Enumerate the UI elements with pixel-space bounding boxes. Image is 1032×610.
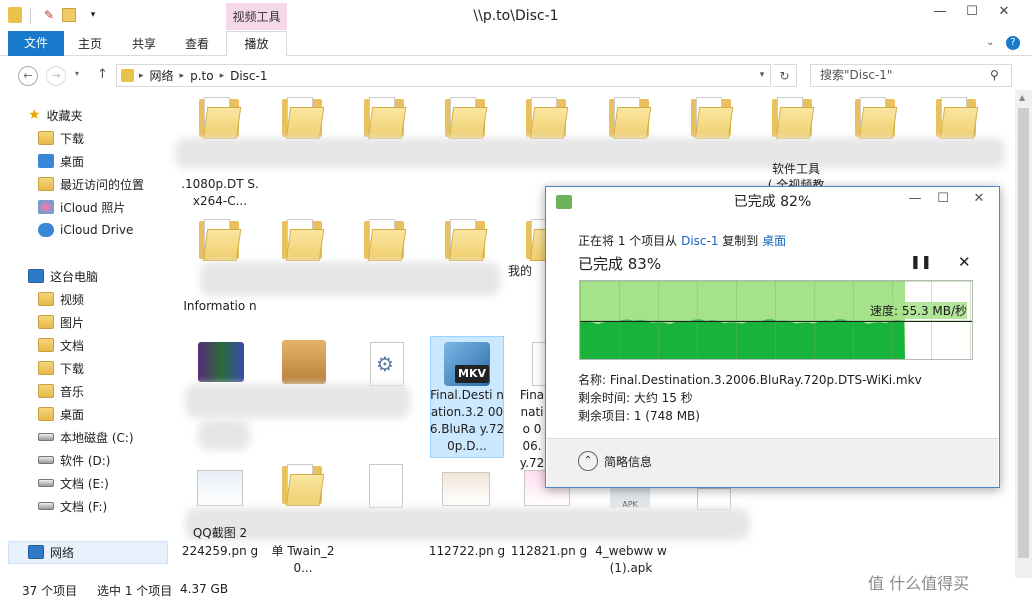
folder-item[interactable] [689,95,734,139]
copy-icon [556,195,572,209]
dialog-close-button[interactable]: ✕ [960,191,998,211]
mkv-badge: MKV [455,365,489,383]
folder-item[interactable] [443,95,488,139]
watermark: 值 什么值得买 [868,574,970,593]
redacted-blur [200,262,500,296]
speed-label: 速度: 55.3 MB/秒 [870,302,968,319]
pause-button[interactable]: ❚❚ [910,255,932,270]
folder-item[interactable] [770,95,815,139]
time-remaining-info: 剩余时间: 大约 15 秒 [578,391,693,405]
folder-item[interactable] [280,95,325,139]
transfer-speed-graph: 速度: 55.3 MB/秒 [579,280,973,360]
folder-item[interactable] [280,217,325,261]
file-icon[interactable] [697,488,731,510]
redacted-blur [185,384,410,418]
redacted-blur [198,420,250,450]
file-label: 4_webww w (1).apk [595,544,667,575]
current-speed-line [580,321,972,322]
folder-item[interactable] [934,95,979,139]
destination-link[interactable]: 桌面 [762,234,786,248]
item-count: 37 个项目 [22,584,78,598]
dialog-maximize-button[interactable]: ☐ [930,191,956,211]
folder-item[interactable] [524,95,569,139]
file-label: .1080p.DT S.x264-C... [181,177,259,208]
file-label: Informatio n [183,299,257,313]
installer-icon[interactable] [282,340,326,384]
gear-icon: ⚙ [376,352,394,376]
scroll-up-icon[interactable]: ▲ [1019,93,1025,102]
progress-percent: 已完成 83% [578,255,662,273]
image-file-icon[interactable] [197,470,243,506]
file-label: 软件工具 [771,162,820,176]
file-name-info: 名称: Final.Destination.3.2006.BluRay.720p… [578,373,922,387]
scrollbar-thumb[interactable] [1018,108,1029,558]
source-link[interactable]: Disc-1 [681,234,718,248]
redacted-blur [185,508,750,540]
redacted-blur [175,138,1005,168]
file-label: 我的 [507,264,532,278]
folder-item[interactable] [197,95,242,139]
file-label: 112722.pn g [428,544,506,558]
file-label: 224259.pn g [181,544,259,558]
copy-progress-dialog: 已完成 82% — ☐ ✕ 正在将 1 个项目从 Disc-1 复制到 桌面 已… [545,186,1000,488]
folder-item[interactable] [362,95,407,139]
collapse-details-label[interactable]: 简略信息 [604,453,652,470]
folder-item[interactable] [607,95,652,139]
file-label: QQ截图 2 [192,526,248,540]
image-file-icon[interactable] [442,472,490,506]
items-remaining-info: 剩余项目: 1 (748 MB) [578,409,700,423]
copy-description: 正在将 1 个项目从 Disc-1 复制到 桌面 [578,232,786,249]
dialog-minimize-button[interactable]: — [902,191,928,211]
apk-file-icon[interactable]: APK [610,486,650,509]
cancel-button[interactable]: ✕ [958,253,971,271]
zip-folder-item[interactable] [280,462,325,506]
file-label: Fina natio 006. y.72 [519,388,545,470]
collapse-details-button[interactable]: ⌃ [578,451,598,471]
selection-size: 4.37 GB [180,582,229,596]
file-label: 单 Twain_20... [271,544,335,575]
desc-text: 复制到 [718,234,763,248]
graph-grid [580,281,972,359]
folder-item[interactable] [853,95,898,139]
folder-item[interactable] [443,217,488,261]
file-icon[interactable] [369,464,403,508]
file-label-selected: Final.Desti nation.3.2 006.BluRa y.720p.… [429,388,505,453]
desc-text: 正在将 1 个项目从 [578,234,682,248]
selection-count: 选中 1 个项目 [97,584,173,598]
folder-item[interactable] [197,217,242,261]
winrar-archive-icon[interactable] [198,342,244,382]
file-label: 112821.pn g [510,544,588,558]
folder-item[interactable] [362,217,407,261]
